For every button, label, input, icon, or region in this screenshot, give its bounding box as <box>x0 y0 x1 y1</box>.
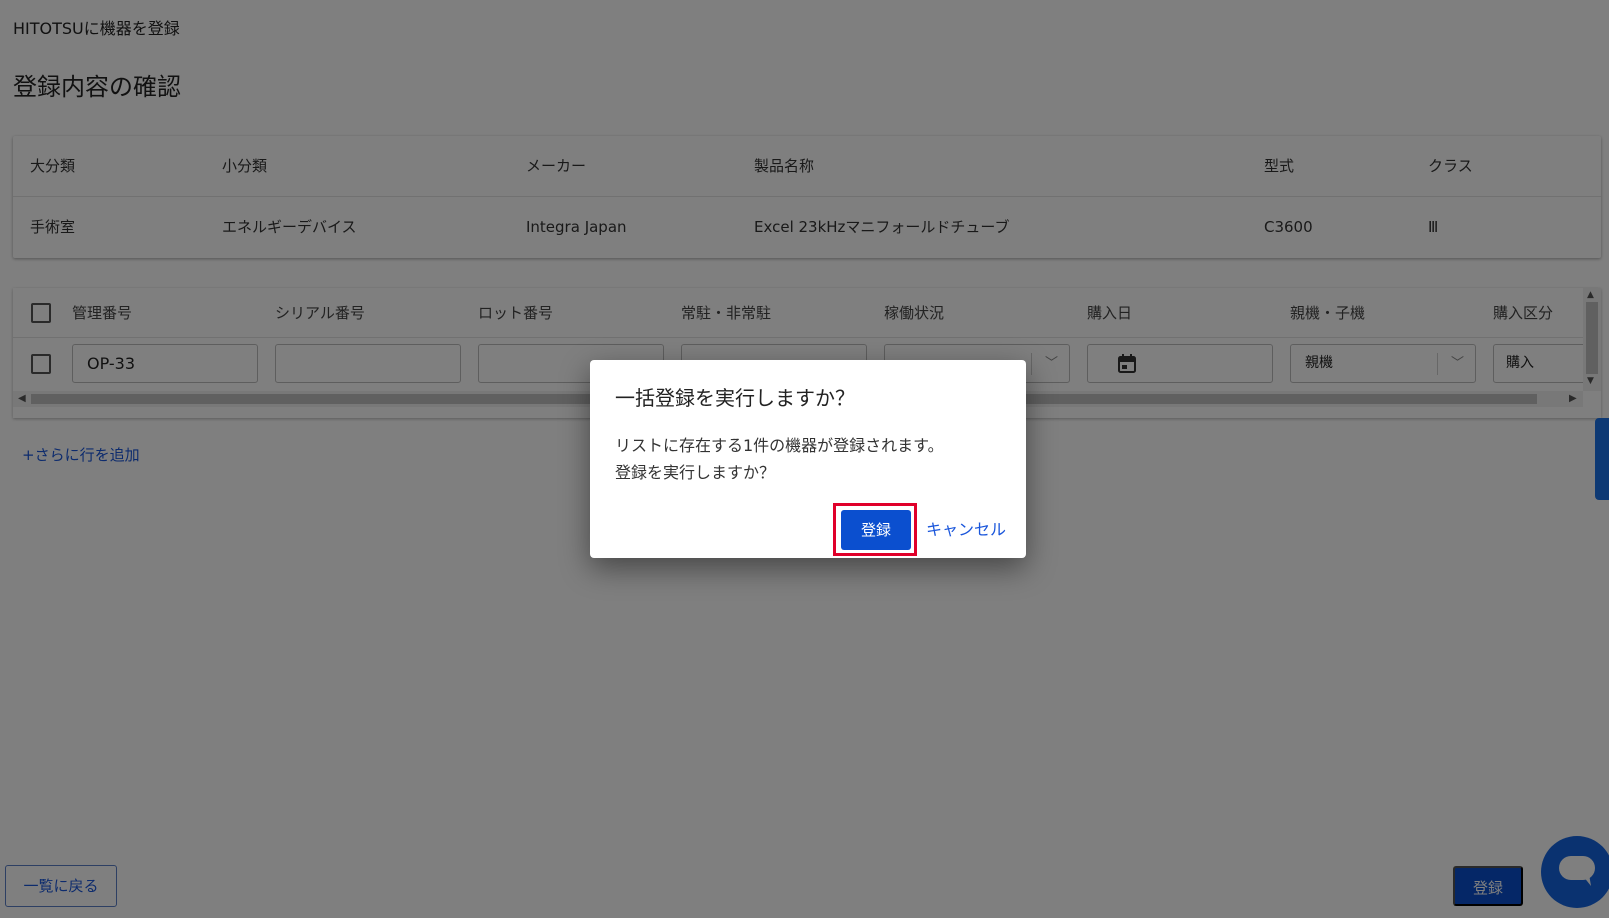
dialog-title: 一括登録を実行しますか？ <box>615 386 855 410</box>
dialog-cancel-button[interactable]: キャンセル <box>926 510 1006 550</box>
dialog-message-line1: リストに存在する1件の機器が登録されます。 <box>615 436 944 455</box>
dialog-message: リストに存在する1件の機器が登録されます。 登録を実行しますか？ <box>615 432 944 486</box>
confirm-dialog: 一括登録を実行しますか？ リストに存在する1件の機器が登録されます。 登録を実行… <box>590 360 1026 558</box>
dialog-confirm-button[interactable]: 登録 <box>841 510 911 550</box>
dialog-message-line2: 登録を実行しますか？ <box>615 463 776 482</box>
